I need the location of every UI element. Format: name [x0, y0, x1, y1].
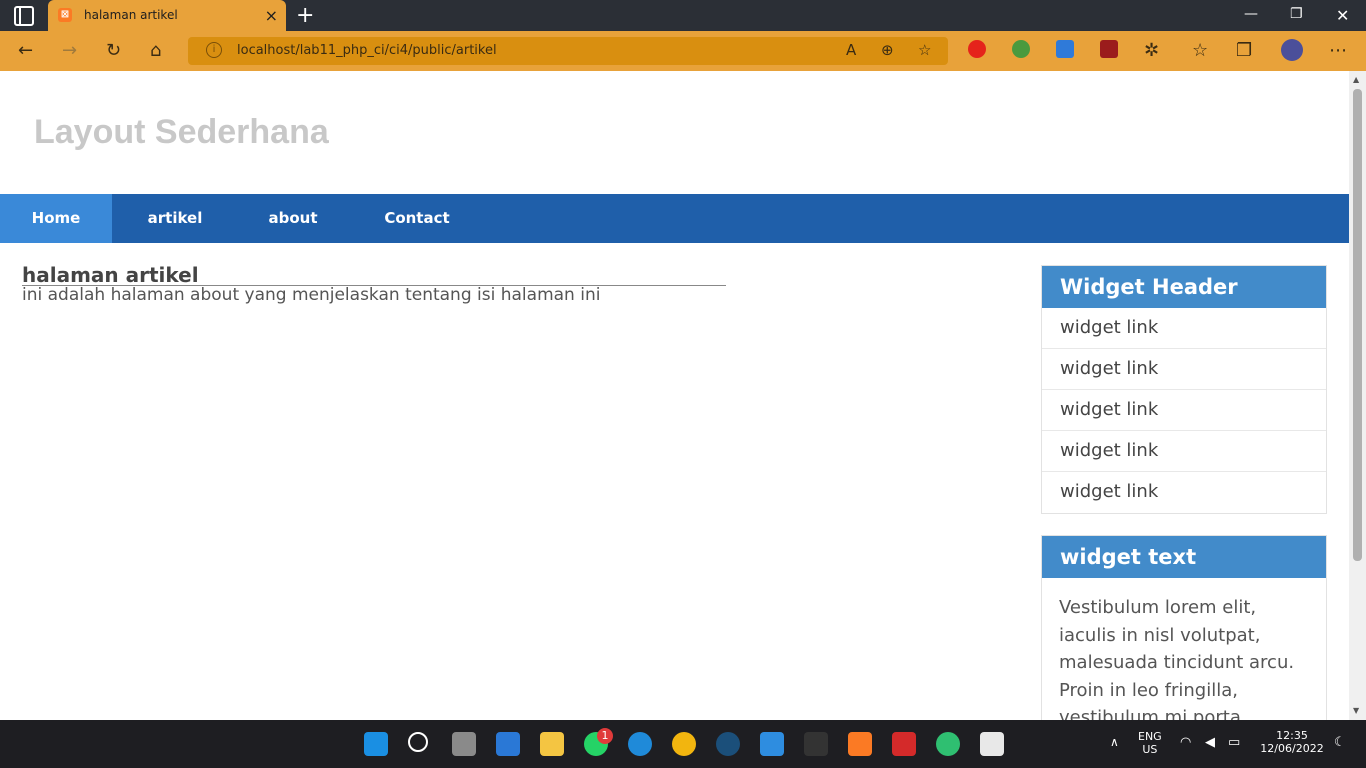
snipping-tool-icon[interactable] — [980, 732, 1004, 756]
extension-icon[interactable] — [1012, 40, 1030, 58]
volume-icon[interactable]: ◀ — [1205, 735, 1215, 750]
adblock-extension-icon[interactable] — [968, 40, 986, 58]
more-menu-icon[interactable]: ⋯ — [1329, 40, 1347, 61]
restore-icon[interactable]: ❐ — [1290, 6, 1303, 22]
widget-text-body: Vestibulum lorem elit, iaculis in nisl v… — [1059, 597, 1295, 720]
widget-links: Widget Header widget link widget link wi… — [1041, 265, 1327, 514]
file-explorer-icon[interactable] — [540, 732, 564, 756]
edge-browser-icon[interactable] — [628, 732, 652, 756]
browser-tab-bar: ⊠ halaman artikel × + — ❐ ✕ — [0, 0, 1366, 31]
nav-about[interactable]: about — [242, 194, 344, 243]
tab-actions-icon[interactable] — [14, 6, 34, 26]
search-icon[interactable] — [408, 732, 428, 752]
back-icon[interactable]: ← — [18, 40, 33, 61]
acrobat-icon[interactable] — [892, 732, 916, 756]
widget-text-header: widget text — [1042, 536, 1326, 578]
language: ENG — [1138, 730, 1162, 743]
widget-link[interactable]: widget link — [1042, 308, 1326, 349]
nav-artikel[interactable]: artikel — [120, 194, 230, 243]
translate-extension-icon[interactable] — [1056, 40, 1074, 58]
zoom-icon[interactable]: ⊕ — [881, 41, 894, 59]
main-nav: Home artikel about Contact — [0, 194, 1349, 243]
widget-link[interactable]: widget link — [1042, 472, 1326, 513]
minimize-icon[interactable]: — — [1244, 6, 1258, 22]
url-field[interactable]: i localhost/lab11_php_ci/ci4/public/arti… — [188, 37, 948, 65]
tab-title: halaman artikel — [84, 8, 178, 22]
nav-contact[interactable]: Contact — [362, 194, 472, 243]
site-info-icon[interactable]: i — [206, 42, 222, 58]
home-icon[interactable]: ⌂ — [150, 40, 161, 61]
address-bar-row: ← → ↻ ⌂ i localhost/lab11_php_ci/ci4/pub… — [0, 31, 1366, 71]
read-aloud-icon[interactable]: A — [846, 41, 856, 59]
profile-avatar[interactable] — [1281, 39, 1303, 61]
refresh-icon[interactable]: ↻ — [106, 40, 121, 61]
widgets-icon[interactable] — [496, 732, 520, 756]
page-scrollbar[interactable]: ▲ ▼ — [1349, 71, 1366, 720]
new-tab-icon[interactable]: + — [296, 3, 314, 28]
xampp-favicon-icon: ⊠ — [58, 8, 72, 22]
windows-taskbar: ∧ ENG US ◠ ◀ ▭ 12:35 12/06/2022 ☾ — [0, 720, 1366, 768]
extensions-puzzle-icon[interactable]: ✲ — [1144, 40, 1159, 61]
microsoft-store-icon[interactable] — [760, 732, 784, 756]
collections-icon[interactable]: ❐ — [1236, 40, 1252, 61]
web-page: Layout Sederhana Home artikel about Cont… — [0, 71, 1349, 720]
close-window-icon[interactable]: ✕ — [1336, 6, 1349, 25]
widget-link[interactable]: widget link — [1042, 431, 1326, 472]
site-title: Layout Sederhana — [34, 113, 329, 151]
ublock-extension-icon[interactable] — [1100, 40, 1118, 58]
app-icon[interactable] — [672, 732, 696, 756]
content-text: ini adalah halaman about yang menjelaska… — [22, 285, 601, 305]
scroll-thumb[interactable] — [1353, 89, 1362, 561]
close-tab-icon[interactable]: × — [265, 6, 278, 25]
favorites-icon[interactable]: ☆ — [1192, 40, 1208, 61]
start-windows-icon[interactable] — [364, 732, 388, 756]
widget-header: Widget Header — [1042, 266, 1326, 308]
date: 12/06/2022 — [1260, 742, 1324, 755]
clock[interactable]: 12:35 12/06/2022 — [1259, 729, 1325, 755]
whatsapp-badge: 1 — [597, 728, 613, 744]
task-view-icon[interactable] — [452, 732, 476, 756]
add-favorite-icon[interactable]: ☆ — [918, 41, 931, 59]
xampp-icon[interactable] — [848, 732, 872, 756]
time: 12:35 — [1276, 729, 1308, 742]
tray-chevron-icon[interactable]: ∧ — [1110, 735, 1119, 749]
epic-games-icon[interactable] — [804, 732, 828, 756]
steam-icon[interactable] — [716, 732, 740, 756]
region: US — [1142, 743, 1158, 756]
wifi-icon[interactable]: ◠ — [1180, 735, 1191, 750]
language-indicator[interactable]: ENG US — [1138, 730, 1162, 756]
notifications-icon[interactable]: ☾ — [1334, 735, 1346, 750]
scroll-down-arrow-icon[interactable]: ▼ — [1353, 706, 1359, 715]
nav-home[interactable]: Home — [0, 194, 112, 243]
browser-tab[interactable]: ⊠ halaman artikel × — [48, 0, 286, 31]
content-title: halaman artikel — [22, 263, 199, 287]
widget-text: widget text Vestibulum lorem elit, iacul… — [1041, 535, 1327, 720]
widget-link[interactable]: widget link — [1042, 390, 1326, 431]
widget-link[interactable]: widget link — [1042, 349, 1326, 390]
battery-icon[interactable]: ▭ — [1228, 735, 1240, 750]
url-text: localhost/lab11_php_ci/ci4/public/artike… — [237, 43, 497, 58]
scroll-up-arrow-icon[interactable]: ▲ — [1353, 75, 1359, 84]
atom-icon[interactable] — [936, 732, 960, 756]
forward-icon[interactable]: → — [62, 40, 77, 61]
